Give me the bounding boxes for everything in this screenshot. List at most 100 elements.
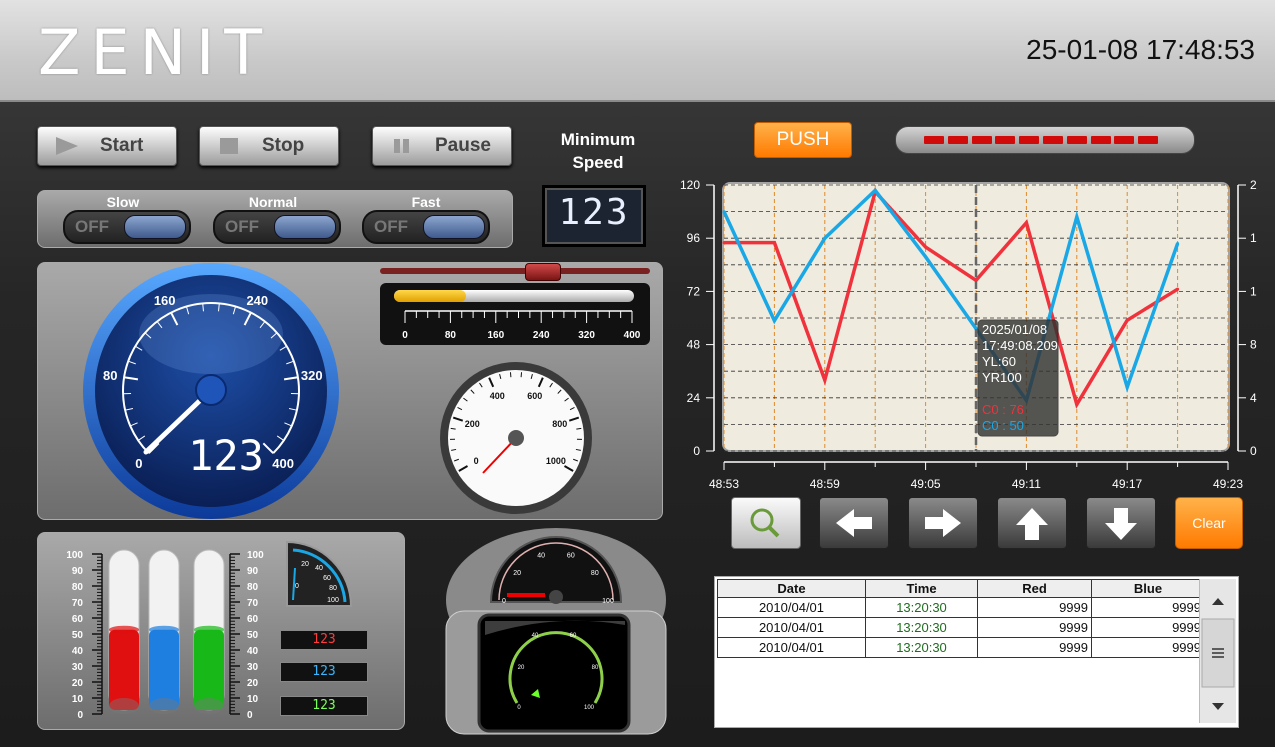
scroll-up-icon[interactable] [1212,598,1224,605]
led-indicator-bar [895,126,1195,154]
thermometer-tick-label: 30 [72,662,84,673]
level-bar-panel: 0 80 160 240 320 400 [380,283,650,345]
chart-xtick: 49:23 [1213,477,1243,491]
toggle-slow-state: OFF [75,217,109,236]
table-header-cell[interactable]: Time [865,579,978,598]
slider-thumb[interactable] [525,263,561,281]
toggle-slow[interactable]: OFF [63,210,191,244]
level-bar-tick-label: 0 [402,330,408,341]
mini-numeric-display: 123 [280,662,368,682]
magnifier-icon [750,508,780,538]
chart-point [1125,385,1129,389]
white-gauge-tick-label: 200 [465,419,480,429]
table-scrollbar[interactable] [1199,579,1236,723]
dual-gauge-housing: 02040 6080100 02040 6080100 [445,528,667,735]
green-gauge-tick-label: 20 [518,665,525,671]
chart-tooltip-text: C0 : 76 [982,402,1024,417]
level-bar-tick-label: 320 [578,330,595,341]
thermometer-tick-label: 40 [247,646,259,657]
white-gauge-tick-label: 0 [474,456,479,466]
chart-point [873,188,877,192]
zenit-logo: ZENIT [38,16,273,89]
toggle-fast-state: OFF [374,217,408,236]
pause-button[interactable]: Pause [372,126,512,166]
scroll-down-icon[interactable] [1212,703,1224,710]
table-header-cell[interactable]: Red [977,579,1092,598]
thermometer-tick-label: 70 [72,598,84,609]
thermometer-tick-label: 80 [247,582,259,593]
quarter-gauge-tick-label: 60 [323,575,331,582]
push-button[interactable]: PUSH [754,122,852,158]
chart-xtick: 48:53 [709,477,739,491]
table-row[interactable]: 2010/04/01 13:20:30 9999 9999 [717,597,1205,618]
chart-ytick-right: 0 [1250,444,1257,458]
white-gauge-tick-label: 1000 [546,456,566,466]
led-indicator [1066,136,1087,144]
table-cell: 9999 [977,617,1092,638]
speedometer-readout: 123 [188,431,264,480]
table-row[interactable]: 2010/04/01 13:20:30 9999 9999 [717,637,1205,658]
table-cell: 9999 [977,597,1092,618]
chart-ytick-right: 80 [1250,338,1257,352]
blue-speedometer: 0 80 160 240 320 400 123 [83,263,339,519]
thermometer-tick-label: 40 [72,646,84,657]
toggle-normal[interactable]: OFF [213,210,341,244]
toggle-fast[interactable]: OFF [362,210,490,244]
led-indicator [1090,136,1111,144]
semi-gauge-hub [549,590,563,604]
quarter-gauge-tick-label: 40 [315,565,323,572]
speed-mode-panel: Slow OFF Normal OFF Fast OFF [37,190,513,248]
led-indicator [1043,136,1063,144]
white-gauge-tick-label: 800 [552,419,567,429]
white-gauge-hub [508,430,524,446]
chart-point [1125,318,1129,322]
pause-icon [394,139,409,153]
pan-up-button[interactable] [997,497,1067,549]
stop-button[interactable]: Stop [199,126,339,166]
chart-xtick: 48:59 [810,477,840,491]
arrow-right-icon [925,509,961,537]
toggle-label-normal: Normal [248,194,298,210]
white-gauge-tick-label: 400 [490,391,505,401]
chart-point [1176,242,1180,246]
table-cell: 13:20:30 [865,597,978,618]
level-bar-tick-label: 240 [533,330,550,341]
thermometer-tick-label: 100 [66,550,83,561]
led-indicator [1114,136,1135,144]
led-indicator [924,136,944,144]
start-button[interactable]: Start [37,126,177,166]
semi-gauge-tick-label: 40 [537,552,545,559]
green-gauge-tick-label: 40 [532,633,539,639]
chart-ytick-right: 40 [1250,391,1257,405]
table-cell: 2010/04/01 [717,637,866,658]
zoom-button[interactable] [731,497,801,549]
quarter-gauge-tick-label: 20 [301,561,309,568]
thermometer-tick-label: 20 [72,678,84,689]
table-cell: 9999 [1091,637,1205,658]
data-table: Date Time Red Blue 2010/04/01 13:20:30 9999 99… [717,579,1205,658]
clear-button[interactable]: Clear [1175,497,1243,549]
trend-chart: 0 24 48 72 96 120 0 40 80 120 160 200 48:53 48:59 49:0… [680,178,1257,491]
thermometer-tick-label: 60 [72,614,84,625]
chart-tooltip-text: YL:60 [982,354,1016,369]
toggle-normal-state: OFF [225,217,259,236]
minimum-speed-title: Minimum Speed [548,128,648,174]
semi-gauge-tick-label: 20 [513,570,521,577]
table-row[interactable]: 2010/04/01 13:20:30 9999 9999 [717,617,1205,638]
mini-numeric-display: 123 [280,696,368,716]
pan-left-button[interactable] [819,497,889,549]
table-header-row: Date Time Red Blue [717,579,1205,598]
chart-ytick-left: 0 [693,444,700,458]
toggle-knob [274,215,336,239]
pan-right-button[interactable] [908,497,978,549]
table-header-cell[interactable]: Date [717,579,866,598]
table-cell: 13:20:30 [865,637,978,658]
table-cell: 9999 [977,637,1092,658]
table-header-cell[interactable]: Blue [1091,579,1205,598]
chart-point [1176,287,1180,291]
quarter-gauge: 0 20 4060 80 100 [286,540,353,607]
toggle-label-slow: Slow [106,194,140,210]
thermometer-tick-label: 90 [247,566,259,577]
toggle-knob [124,215,186,239]
pan-down-button[interactable] [1086,497,1156,549]
